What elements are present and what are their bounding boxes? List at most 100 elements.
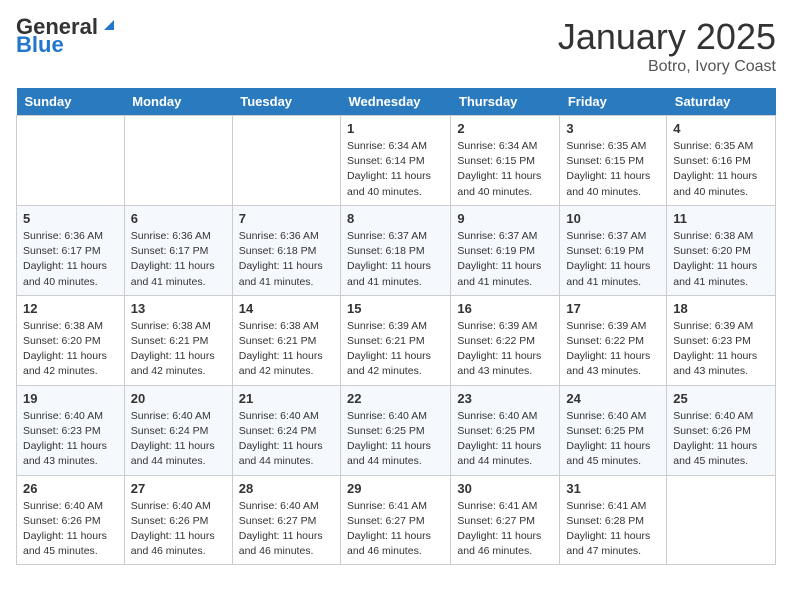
- calendar-cell: 31 Sunrise: 6:41 AM Sunset: 6:28 PM Dayli…: [560, 475, 667, 565]
- day-header-saturday: Saturday: [667, 88, 776, 116]
- day-info: Sunrise: 6:38 AM Sunset: 6:20 PM Dayligh…: [23, 319, 118, 380]
- day-number: 14: [239, 301, 334, 316]
- calendar-cell: 6 Sunrise: 6:36 AM Sunset: 6:17 PM Daylig…: [124, 205, 232, 295]
- day-number: 11: [673, 211, 769, 226]
- calendar-cell: 12 Sunrise: 6:38 AM Sunset: 6:20 PM Dayli…: [17, 295, 125, 385]
- day-number: 23: [457, 391, 553, 406]
- day-info: Sunrise: 6:38 AM Sunset: 6:21 PM Dayligh…: [131, 319, 226, 380]
- calendar-cell: 30Sunrise: 6:41 AM Sunset: 6:27 PM Dayli…: [451, 475, 560, 565]
- calendar-cell: 9Sunrise: 6:37 AM Sunset: 6:19 PM Daylig…: [451, 205, 560, 295]
- calendar-cell: 1 Sunrise: 6:34 AM Sunset: 6:14 PM Daylig…: [341, 116, 451, 206]
- day-header-friday: Friday: [560, 88, 667, 116]
- day-info: Sunrise: 6:41 AM Sunset: 6:27 PM Dayligh…: [457, 499, 553, 560]
- calendar-cell: 15 Sunrise: 6:39 AM Sunset: 6:21 PM Dayli…: [341, 295, 451, 385]
- month-title: January 2025: [558, 16, 776, 58]
- day-number: 28: [239, 481, 334, 496]
- logo-blue: Blue: [16, 34, 118, 56]
- day-info: Sunrise: 6:37 AM Sunset: 6:19 PM Dayligh…: [566, 229, 660, 290]
- day-number: 27: [131, 481, 226, 496]
- day-number: 10: [566, 211, 660, 226]
- calendar-cell: 7Sunrise: 6:36 AM Sunset: 6:18 PM Daylig…: [232, 205, 340, 295]
- day-number: 2: [457, 121, 553, 136]
- day-header-tuesday: Tuesday: [232, 88, 340, 116]
- day-number: 8: [347, 211, 444, 226]
- day-number: 31: [566, 481, 660, 496]
- day-number: 25: [673, 391, 769, 406]
- location-subtitle: Botro, Ivory Coast: [558, 58, 776, 76]
- calendar-cell: 5Sunrise: 6:36 AM Sunset: 6:17 PM Daylig…: [17, 205, 125, 295]
- calendar-cell: 29 Sunrise: 6:41 AM Sunset: 6:27 PM Dayli…: [341, 475, 451, 565]
- calendar-cell: 26 Sunrise: 6:40 AM Sunset: 6:26 PM Dayli…: [17, 475, 125, 565]
- day-info: Sunrise: 6:40 AM Sunset: 6:24 PM Dayligh…: [239, 409, 334, 470]
- day-number: 19: [23, 391, 118, 406]
- day-info: Sunrise: 6:40 AM Sunset: 6:26 PM Dayligh…: [131, 499, 226, 560]
- day-number: 7: [239, 211, 334, 226]
- day-info: Sunrise: 6:40 AM Sunset: 6:25 PM Dayligh…: [566, 409, 660, 470]
- day-info: Sunrise: 6:39 AM Sunset: 6:21 PM Dayligh…: [347, 319, 444, 380]
- calendar-week-row: 12 Sunrise: 6:38 AM Sunset: 6:20 PM Dayli…: [17, 295, 776, 385]
- calendar-cell: 14 Sunrise: 6:38 AM Sunset: 6:21 PM Dayli…: [232, 295, 340, 385]
- day-info: Sunrise: 6:36 AM Sunset: 6:17 PM Dayligh…: [23, 229, 118, 290]
- day-number: 18: [673, 301, 769, 316]
- day-info: Sunrise: 6:41 AM Sunset: 6:28 PM Dayligh…: [566, 499, 660, 560]
- day-info: Sunrise: 6:40 AM Sunset: 6:26 PM Dayligh…: [23, 499, 118, 560]
- day-number: 20: [131, 391, 226, 406]
- calendar-week-row: 19 Sunrise: 6:40 AM Sunset: 6:23 PM Dayli…: [17, 385, 776, 475]
- day-number: 16: [457, 301, 553, 316]
- day-info: Sunrise: 6:38 AM Sunset: 6:21 PM Dayligh…: [239, 319, 334, 380]
- day-info: Sunrise: 6:34 AM Sunset: 6:15 PM Dayligh…: [457, 139, 553, 200]
- day-info: Sunrise: 6:39 AM Sunset: 6:23 PM Dayligh…: [673, 319, 769, 380]
- day-number: 1: [347, 121, 444, 136]
- day-number: 29: [347, 481, 444, 496]
- day-info: Sunrise: 6:40 AM Sunset: 6:25 PM Dayligh…: [457, 409, 553, 470]
- day-info: Sunrise: 6:36 AM Sunset: 6:17 PM Dayligh…: [131, 229, 226, 290]
- calendar-cell: 16 Sunrise: 6:39 AM Sunset: 6:22 PM Dayli…: [451, 295, 560, 385]
- day-info: Sunrise: 6:41 AM Sunset: 6:27 PM Dayligh…: [347, 499, 444, 560]
- calendar-cell: 20Sunrise: 6:40 AM Sunset: 6:24 PM Dayli…: [124, 385, 232, 475]
- day-number: 26: [23, 481, 118, 496]
- calendar-table: SundayMondayTuesdayWednesdayThursdayFrid…: [16, 88, 776, 565]
- day-info: Sunrise: 6:34 AM Sunset: 6:14 PM Dayligh…: [347, 139, 444, 200]
- day-info: Sunrise: 6:40 AM Sunset: 6:25 PM Dayligh…: [347, 409, 444, 470]
- day-number: 24: [566, 391, 660, 406]
- calendar-cell: 21Sunrise: 6:40 AM Sunset: 6:24 PM Dayli…: [232, 385, 340, 475]
- day-info: Sunrise: 6:35 AM Sunset: 6:15 PM Dayligh…: [566, 139, 660, 200]
- calendar-cell: 2 Sunrise: 6:34 AM Sunset: 6:15 PM Daylig…: [451, 116, 560, 206]
- calendar-cell: 27 Sunrise: 6:40 AM Sunset: 6:26 PM Dayli…: [124, 475, 232, 565]
- calendar-cell: 17Sunrise: 6:39 AM Sunset: 6:22 PM Dayli…: [560, 295, 667, 385]
- day-info: Sunrise: 6:40 AM Sunset: 6:23 PM Dayligh…: [23, 409, 118, 470]
- calendar-cell: 22 Sunrise: 6:40 AM Sunset: 6:25 PM Dayli…: [341, 385, 451, 475]
- calendar-cell: [17, 116, 125, 206]
- calendar-cell: 28Sunrise: 6:40 AM Sunset: 6:27 PM Dayli…: [232, 475, 340, 565]
- day-header-thursday: Thursday: [451, 88, 560, 116]
- calendar-week-row: 26 Sunrise: 6:40 AM Sunset: 6:26 PM Dayli…: [17, 475, 776, 565]
- day-number: 22: [347, 391, 444, 406]
- day-info: Sunrise: 6:37 AM Sunset: 6:18 PM Dayligh…: [347, 229, 444, 290]
- calendar-cell: 13 Sunrise: 6:38 AM Sunset: 6:21 PM Dayli…: [124, 295, 232, 385]
- day-info: Sunrise: 6:35 AM Sunset: 6:16 PM Dayligh…: [673, 139, 769, 200]
- calendar-week-row: 5Sunrise: 6:36 AM Sunset: 6:17 PM Daylig…: [17, 205, 776, 295]
- logo-triangle-icon: [100, 16, 118, 34]
- day-number: 13: [131, 301, 226, 316]
- day-header-wednesday: Wednesday: [341, 88, 451, 116]
- day-number: 12: [23, 301, 118, 316]
- day-number: 3: [566, 121, 660, 136]
- calendar-cell: 4 Sunrise: 6:35 AM Sunset: 6:16 PM Daylig…: [667, 116, 776, 206]
- calendar-header-row: SundayMondayTuesdayWednesdayThursdayFrid…: [17, 88, 776, 116]
- calendar-cell: [667, 475, 776, 565]
- day-number: 6: [131, 211, 226, 226]
- calendar-cell: 18 Sunrise: 6:39 AM Sunset: 6:23 PM Dayli…: [667, 295, 776, 385]
- day-info: Sunrise: 6:39 AM Sunset: 6:22 PM Dayligh…: [457, 319, 553, 380]
- calendar-cell: 10 Sunrise: 6:37 AM Sunset: 6:19 PM Dayli…: [560, 205, 667, 295]
- calendar-week-row: 1 Sunrise: 6:34 AM Sunset: 6:14 PM Daylig…: [17, 116, 776, 206]
- calendar-cell: 24 Sunrise: 6:40 AM Sunset: 6:25 PM Dayli…: [560, 385, 667, 475]
- day-number: 17: [566, 301, 660, 316]
- calendar-cell: 3 Sunrise: 6:35 AM Sunset: 6:15 PM Daylig…: [560, 116, 667, 206]
- title-area: January 2025 Botro, Ivory Coast: [558, 16, 776, 76]
- day-number: 15: [347, 301, 444, 316]
- calendar-cell: [232, 116, 340, 206]
- day-header-monday: Monday: [124, 88, 232, 116]
- day-number: 4: [673, 121, 769, 136]
- calendar-cell: 23 Sunrise: 6:40 AM Sunset: 6:25 PM Dayli…: [451, 385, 560, 475]
- day-info: Sunrise: 6:40 AM Sunset: 6:26 PM Dayligh…: [673, 409, 769, 470]
